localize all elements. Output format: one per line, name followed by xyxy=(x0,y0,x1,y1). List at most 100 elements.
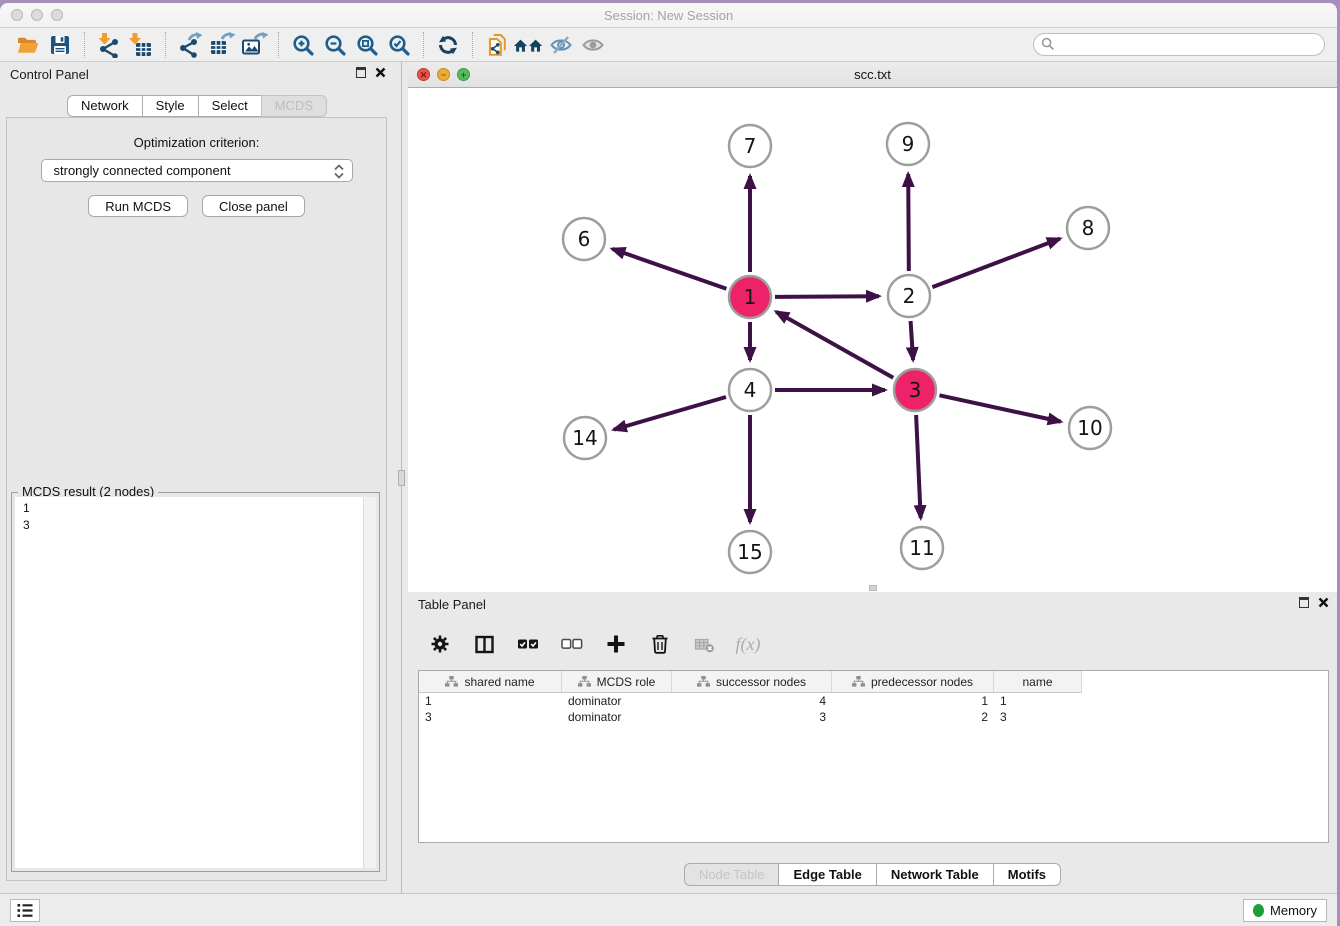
close-panel-button[interactable]: Close panel xyxy=(202,195,305,217)
graph-edge-2-8[interactable] xyxy=(932,239,1060,287)
tab-edge-table[interactable]: Edge Table xyxy=(778,863,876,886)
table-cell[interactable]: dominator xyxy=(562,693,672,709)
table-row[interactable]: 3dominator323 xyxy=(419,709,1328,725)
graph-node-9[interactable]: 9 xyxy=(887,123,929,165)
tab-mcds[interactable]: MCDS xyxy=(261,95,327,117)
graph-node-1[interactable]: 1 xyxy=(729,276,771,318)
graph-edge-1-2[interactable] xyxy=(775,296,879,297)
column-header-name[interactable]: name xyxy=(994,671,1082,693)
app-window: Session: New Session xyxy=(0,3,1337,926)
column-hierarchy-icon xyxy=(852,676,865,687)
hide-selected-button[interactable] xyxy=(545,30,577,60)
graph-node-2[interactable]: 2 xyxy=(888,275,930,317)
graph-edge-4-14[interactable] xyxy=(614,397,726,430)
tab-network[interactable]: Network xyxy=(67,95,143,117)
column-view-button[interactable] xyxy=(470,629,498,659)
network-canvas[interactable]: 7 9 6 8 1 2 4 3 14 10 15 11 xyxy=(408,88,1337,592)
trash-icon xyxy=(649,633,671,655)
control-panel-title: Control Panel xyxy=(10,67,89,82)
zoom-out-button[interactable] xyxy=(319,30,351,60)
column-header-label: predecessor nodes xyxy=(871,675,973,689)
panel-list-button[interactable] xyxy=(10,899,40,922)
float-panel-icon[interactable] xyxy=(356,67,366,78)
deselect-all-button[interactable] xyxy=(558,629,586,659)
export-image-button[interactable] xyxy=(238,30,270,60)
open-session-button[interactable] xyxy=(12,30,44,60)
search-input[interactable] xyxy=(1033,33,1325,56)
zoom-fit-button[interactable] xyxy=(351,30,383,60)
table-body: 1dominator4113dominator323 xyxy=(419,693,1328,725)
delete-row-button[interactable] xyxy=(646,629,674,659)
graph-node-10[interactable]: 10 xyxy=(1069,407,1111,449)
function-builder-button[interactable]: f(x) xyxy=(734,629,762,659)
table-tabs: Node Table Edge Table Network Table Moti… xyxy=(408,863,1337,886)
desktop-background: Session: New Session xyxy=(0,0,1340,926)
table-cell[interactable]: 1 xyxy=(419,693,562,709)
graph-node-3[interactable]: 3 xyxy=(894,369,936,411)
graph-edge-3-1[interactable] xyxy=(776,312,893,378)
import-network-button[interactable] xyxy=(93,30,125,60)
apply-layout-button[interactable] xyxy=(432,30,464,60)
graph-edge-3-10[interactable] xyxy=(939,395,1060,421)
show-hidden-button[interactable] xyxy=(577,30,609,60)
column-header-shared-name[interactable]: shared name xyxy=(419,671,562,693)
export-table-button[interactable] xyxy=(206,30,238,60)
table-cell[interactable]: dominator xyxy=(562,709,672,725)
delete-table-button[interactable] xyxy=(690,629,718,659)
canvas-resize-grip[interactable] xyxy=(869,585,877,591)
search-field-container xyxy=(1033,33,1325,56)
graph-node-15[interactable]: 15 xyxy=(729,531,771,573)
tab-style[interactable]: Style xyxy=(142,95,199,117)
graph-node-4[interactable]: 4 xyxy=(729,369,771,411)
add-row-button[interactable] xyxy=(602,629,630,659)
column-header-label: shared name xyxy=(464,675,534,689)
export-network-button[interactable] xyxy=(174,30,206,60)
graph-node-8[interactable]: 8 xyxy=(1067,207,1109,249)
tab-motifs[interactable]: Motifs xyxy=(993,863,1061,886)
table-cell[interactable]: 3 xyxy=(672,709,832,725)
table-row[interactable]: 1dominator411 xyxy=(419,693,1328,709)
zoom-selected-button[interactable] xyxy=(383,30,415,60)
graph-node-7[interactable]: 7 xyxy=(729,125,771,167)
tab-network-table[interactable]: Network Table xyxy=(876,863,994,886)
graph-edge-1-6[interactable] xyxy=(612,249,726,289)
run-mcds-button[interactable]: Run MCDS xyxy=(88,195,188,217)
tab-node-table[interactable]: Node Table xyxy=(684,863,780,886)
graph-edge-2-3[interactable] xyxy=(911,321,913,360)
column-header-MCDS-role[interactable]: MCDS role xyxy=(562,671,672,693)
graph-node-label: 8 xyxy=(1082,216,1095,240)
control-panel-header: Control Panel xyxy=(0,62,394,86)
tab-select[interactable]: Select xyxy=(198,95,262,117)
table-cell[interactable]: 1 xyxy=(832,693,994,709)
table-cell[interactable]: 2 xyxy=(832,709,994,725)
table-cell[interactable]: 3 xyxy=(419,709,562,725)
memory-button[interactable]: Memory xyxy=(1243,899,1327,922)
import-table-button[interactable] xyxy=(125,30,157,60)
table-cell[interactable]: 1 xyxy=(994,693,1082,709)
graph-node-11[interactable]: 11 xyxy=(901,527,943,569)
close-panel-icon[interactable] xyxy=(375,67,386,78)
memory-label: Memory xyxy=(1270,903,1317,918)
graph-edge-2-9[interactable] xyxy=(908,174,909,271)
column-header-predecessor-nodes[interactable]: predecessor nodes xyxy=(832,671,994,693)
float-panel-icon[interactable] xyxy=(1299,597,1309,608)
table-cell[interactable]: 3 xyxy=(994,709,1082,725)
close-panel-icon[interactable] xyxy=(1318,597,1329,608)
panel-splitter[interactable] xyxy=(394,62,408,893)
zoom-in-button[interactable] xyxy=(287,30,319,60)
select-all-button[interactable] xyxy=(514,629,542,659)
graph-node-14[interactable]: 14 xyxy=(564,417,606,459)
network-home-button[interactable] xyxy=(513,30,545,60)
clone-network-button[interactable] xyxy=(481,30,513,60)
table-settings-button[interactable] xyxy=(426,629,454,659)
graph-node-label: 3 xyxy=(909,378,922,402)
graph-edge-3-11[interactable] xyxy=(916,415,921,518)
graph-node-6[interactable]: 6 xyxy=(563,218,605,260)
criterion-select[interactable]: strongly connected component xyxy=(41,159,353,182)
checked-boxes-icon xyxy=(517,636,539,652)
save-session-button[interactable] xyxy=(44,30,76,60)
column-header-successor-nodes[interactable]: successor nodes xyxy=(672,671,832,693)
table-cell[interactable]: 4 xyxy=(672,693,832,709)
mcds-result-scrollbar[interactable] xyxy=(363,497,376,868)
splitter-grabber[interactable] xyxy=(398,470,405,486)
